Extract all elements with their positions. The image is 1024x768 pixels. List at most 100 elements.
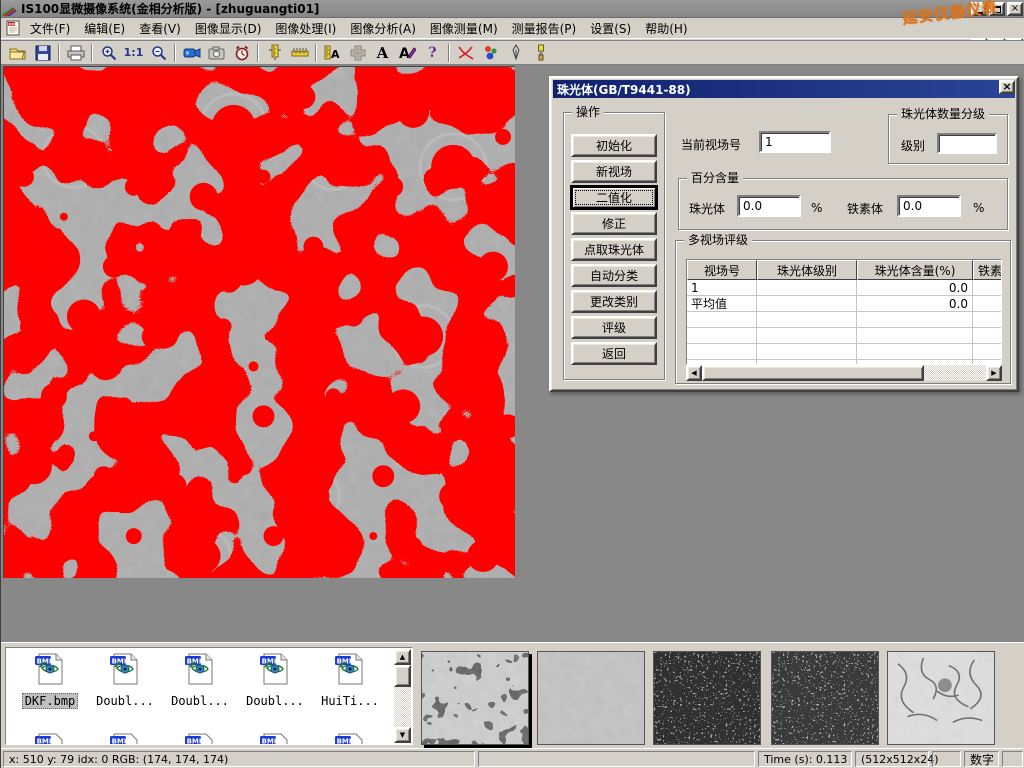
zoom-out-button[interactable] <box>146 42 171 64</box>
scrollbar-thumb[interactable] <box>394 665 411 687</box>
scrollbar-thumb[interactable] <box>702 365 924 381</box>
col-ferrite[interactable]: 铁素体 <box>973 260 1002 280</box>
thumbnail-3[interactable] <box>653 651 761 745</box>
micrograph-image[interactable] <box>3 66 515 578</box>
menu-image-measure[interactable]: 图像测量(M) <box>423 18 505 39</box>
scroll-down-button[interactable]: ▼ <box>394 727 411 743</box>
pearlite-dialog[interactable]: 珠光体(GB/T9441-88) × 操作 初始化 新视场 二值化 修正 点取珠… <box>549 76 1019 392</box>
toolbar-separator <box>174 44 176 62</box>
multi-field-group-label: 多视场评级 <box>684 233 752 247</box>
current-field-input[interactable] <box>759 131 831 153</box>
caliper-button[interactable] <box>262 42 287 64</box>
svg-text:BMP: BMP <box>37 737 54 745</box>
menu-view[interactable]: 查看(V) <box>132 18 188 39</box>
file-item[interactable]: BMP Doubl... <box>89 652 161 709</box>
dialog-title-bar[interactable]: 珠光体(GB/T9441-88) <box>553 80 1015 98</box>
file-name[interactable]: HuiTi... <box>319 694 381 708</box>
auto-classify-button[interactable]: 自动分类 <box>571 264 657 287</box>
particle-tool-button[interactable] <box>478 42 503 64</box>
file-item[interactable]: BMP DKF.bmp <box>14 652 86 709</box>
help-button[interactable]: ? <box>420 42 445 64</box>
new-field-button[interactable]: 新视场 <box>571 160 657 183</box>
zoom-in-button[interactable] <box>96 42 121 64</box>
open-button[interactable] <box>5 42 30 64</box>
menu-file[interactable]: 文件(F) <box>23 18 77 39</box>
save-button[interactable] <box>30 42 55 64</box>
menu-image-process[interactable]: 图像处理(I) <box>268 18 343 39</box>
transform-button[interactable] <box>345 42 370 64</box>
brush-tool-button[interactable] <box>528 42 553 64</box>
file-item[interactable]: BMP HuiTi... <box>314 652 386 709</box>
app-logo-icon <box>1 2 17 16</box>
annotate-button[interactable]: A <box>395 42 420 64</box>
change-class-button[interactable]: 更改类别 <box>571 290 657 313</box>
menu-image-display[interactable]: 图像显示(D) <box>188 18 269 39</box>
pen-tool-button[interactable] <box>503 42 528 64</box>
scroll-up-button[interactable]: ▲ <box>394 649 411 665</box>
file-browser[interactable]: BMP DKF.bmp BMP Doubl... BMP Doubl... BM… <box>5 647 413 745</box>
pearlite-percent-input[interactable] <box>737 195 801 217</box>
arrow-right-icon: ▶ <box>991 369 996 377</box>
scroll-left-button[interactable]: ◀ <box>686 365 702 381</box>
file-item[interactable]: BMP <box>239 732 311 745</box>
menu-help[interactable]: 帮助(H) <box>638 18 694 39</box>
colored-balls-icon <box>483 45 499 61</box>
table-row[interactable]: 1 0.0 <box>687 280 1001 296</box>
print-button[interactable] <box>63 42 88 64</box>
table-row[interactable]: 平均值 0.0 <box>687 296 1001 312</box>
svg-text:BMP: BMP <box>262 737 279 745</box>
init-button[interactable]: 初始化 <box>571 134 657 157</box>
bottom-panel: BMP DKF.bmp BMP Doubl... BMP Doubl... BM… <box>1 642 1024 748</box>
scroll-right-button[interactable]: ▶ <box>986 365 1002 381</box>
grade-input[interactable] <box>937 133 997 154</box>
thumbnail-1[interactable] <box>421 651 529 745</box>
svg-text:BMP: BMP <box>337 657 354 665</box>
dialog-close-button[interactable]: × <box>999 80 1015 94</box>
correct-button[interactable]: 修正 <box>571 212 657 235</box>
ruler-button[interactable] <box>287 42 312 64</box>
scrollbar-track[interactable] <box>702 365 986 381</box>
menu-report[interactable]: 测量报告(P) <box>505 18 584 39</box>
file-item[interactable]: BMP <box>314 732 386 745</box>
file-item[interactable]: BMP Doubl... <box>239 652 311 709</box>
file-item[interactable]: BMP <box>14 732 86 745</box>
document-icon: DOC <box>5 20 23 36</box>
file-name[interactable]: Doubl... <box>169 694 231 708</box>
menu-image-analyze[interactable]: 图像分析(A) <box>343 18 423 39</box>
curve-tool-button[interactable] <box>453 42 478 64</box>
calibrate-button[interactable]: A <box>320 42 345 64</box>
file-item[interactable]: BMP <box>89 732 161 745</box>
text-button[interactable]: A <box>370 42 395 64</box>
table-horizontal-scrollbar[interactable]: ◀ ▶ <box>686 365 1002 381</box>
video-capture-button[interactable] <box>179 42 204 64</box>
rate-button[interactable]: 评级 <box>571 316 657 339</box>
col-pearlite[interactable]: 珠光体含量(%) <box>857 260 973 280</box>
col-field[interactable]: 视场号 <box>687 260 757 280</box>
file-item[interactable]: BMP Doubl... <box>164 652 236 709</box>
timer-button[interactable] <box>229 42 254 64</box>
close-button[interactable]: × <box>1007 2 1023 16</box>
pick-pearlite-button[interactable]: 点取珠光体 <box>571 238 657 261</box>
camera-button[interactable] <box>204 42 229 64</box>
menu-settings[interactable]: 设置(S) <box>583 18 638 39</box>
file-item[interactable]: BMP <box>164 732 236 745</box>
file-name[interactable]: DKF.bmp <box>22 693 79 709</box>
toolbar-separator <box>315 44 317 62</box>
thumbnail-5[interactable] <box>887 651 995 745</box>
filelist-scrollbar[interactable]: ▲ ▼ <box>394 649 411 743</box>
pearlite-percent-unit: % <box>811 201 822 215</box>
thumbnail-2[interactable] <box>537 651 645 745</box>
file-name[interactable]: Doubl... <box>94 694 156 708</box>
col-grade[interactable]: 珠光体级别 <box>757 260 857 280</box>
grade-label: 级别 <box>901 137 925 154</box>
thumbnail-4[interactable] <box>771 651 879 745</box>
title-bar[interactable]: IS100显微摄像系统(金相分析版) - [zhuguangti01] × <box>1 0 1024 18</box>
binarize-button[interactable]: 二值化 <box>571 186 657 209</box>
svg-text:DOC: DOC <box>9 23 18 27</box>
ferrite-percent-input[interactable] <box>897 195 961 217</box>
rating-table[interactable]: 视场号 珠光体级别 珠光体含量(%) 铁素体 1 0.0 平均值 <box>686 259 1002 365</box>
actual-size-button[interactable]: 1:1 <box>121 42 146 64</box>
return-button[interactable]: 返回 <box>571 342 657 365</box>
file-name[interactable]: Doubl... <box>244 694 306 708</box>
menu-edit[interactable]: 编辑(E) <box>77 18 132 39</box>
